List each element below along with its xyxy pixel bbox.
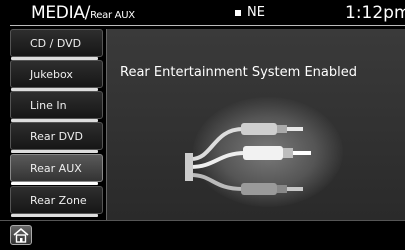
source-button-rear-zone[interactable]: Rear Zone [10, 186, 103, 217]
compass-status: NE [235, 5, 265, 21]
source-label: CD / DVD [30, 37, 82, 50]
source-label: Rear Zone [30, 194, 87, 207]
signal-icon [235, 9, 241, 16]
source-label: Rear DVD [30, 130, 83, 143]
footer-divider [0, 220, 405, 221]
source-label: Jukebox [30, 68, 73, 81]
source-label: Line In [30, 99, 67, 112]
title-sub: Rear AUX [90, 10, 135, 21]
compass-heading: NE [247, 5, 265, 20]
source-button-cd-dvd[interactable]: CD / DVD [10, 29, 103, 60]
title-main: MEDIA/ [31, 3, 91, 23]
footer-bar [0, 220, 405, 250]
home-button[interactable] [10, 225, 32, 245]
rca-av-cables-icon [185, 123, 311, 195]
source-button-rear-dvd[interactable]: Rear DVD [10, 122, 103, 153]
status-header: MEDIA/Rear AUX NE 1:12pm [0, 0, 405, 26]
source-button-jukebox[interactable]: Jukebox [10, 60, 103, 91]
source-button-line-in[interactable]: Line In [10, 91, 103, 122]
media-screen: MEDIA/Rear AUX NE 1:12pm CD / DVD Jukebo… [0, 0, 405, 250]
source-button-rear-aux[interactable]: Rear AUX [10, 154, 103, 185]
clock: 1:12pm [345, 3, 405, 23]
source-label: Rear AUX [30, 162, 82, 175]
screen-title: MEDIA/Rear AUX [31, 3, 135, 26]
header-divider [10, 25, 405, 26]
status-message: Rear Entertainment System Enabled [120, 65, 357, 80]
main-panel: Rear Entertainment System Enabled [106, 29, 405, 220]
home-icon [13, 227, 29, 243]
